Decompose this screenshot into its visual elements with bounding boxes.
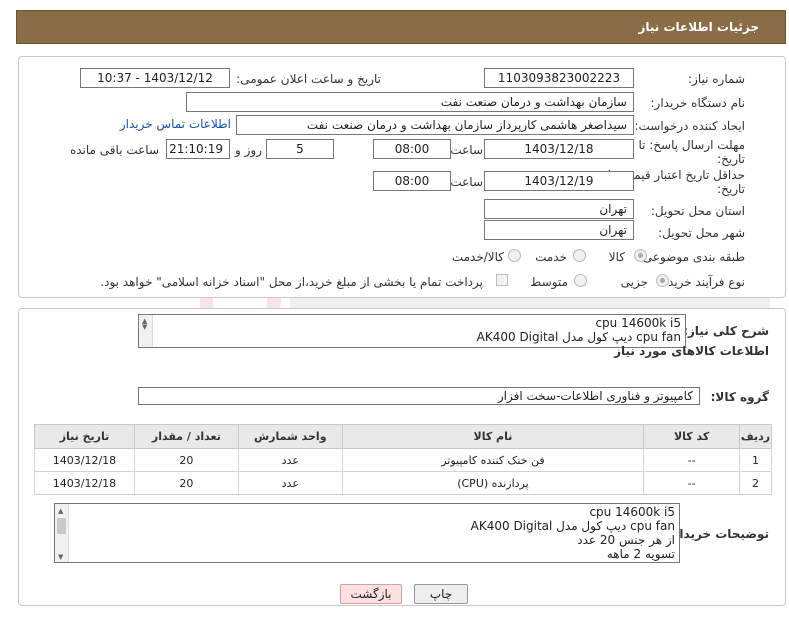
scroll-down-icon[interactable]: ▼ bbox=[58, 553, 63, 561]
category-radio-goods[interactable] bbox=[634, 249, 647, 262]
buyer-notes-textarea[interactable]: ▲ ▼ cpu 14600k i5 cpu fan دیپ کول مدل AK… bbox=[54, 503, 680, 563]
buyer-notes-scrollbar[interactable]: ▲ ▼ bbox=[55, 504, 69, 562]
cell-goods-name: پردازنده (CPU) bbox=[341, 471, 645, 495]
cell-goods-code: -- bbox=[643, 448, 741, 472]
scroll-up-icon[interactable]: ▲ bbox=[58, 507, 63, 515]
reply-time-label: ساعت bbox=[450, 143, 483, 157]
process-option-medium: متوسط bbox=[530, 275, 568, 289]
page-title: جزئیات اطلاعات نیاز bbox=[638, 20, 759, 34]
cell-row-number: 1 bbox=[739, 448, 772, 472]
delivery-province-label: استان محل تحویل: bbox=[650, 204, 745, 218]
delivery-province-field: تهران bbox=[484, 199, 634, 219]
reply-deadline-time: 08:00 bbox=[373, 139, 451, 159]
need-summary-scrollbar[interactable]: ▲ ▼ bbox=[139, 315, 153, 347]
delivery-city-label: شهر محل تحویل: bbox=[658, 226, 745, 240]
process-radio-minor[interactable] bbox=[656, 274, 669, 287]
treasury-payment-note: پرداخت تمام یا بخشی از مبلغ خرید،از محل … bbox=[100, 275, 483, 289]
goods-section-title: اطلاعات کالاهای مورد نیاز bbox=[614, 344, 769, 358]
remaining-time: 21:10:19 bbox=[166, 139, 230, 159]
need-summary-line: cpu 14600k i5 bbox=[595, 316, 681, 330]
cell-row-number: 2 bbox=[739, 471, 772, 495]
category-radio-service[interactable] bbox=[573, 249, 586, 262]
print-button[interactable]: چاپ bbox=[414, 584, 468, 604]
reply-deadline-label: مهلت ارسال پاسخ: تا bbox=[638, 138, 745, 152]
days-label: روز و bbox=[235, 143, 262, 157]
price-validity-label-2: تاریخ: bbox=[717, 182, 745, 196]
cell-need-date: 1403/12/18 bbox=[34, 471, 135, 495]
goods-group-field: کامپیوتر و فناوری اطلاعات-سخت افزار bbox=[138, 387, 700, 405]
price-time-label: ساعت bbox=[450, 175, 483, 189]
need-summary-textarea[interactable]: ▲ ▼ cpu 14600k i5 cpu fan دیپ کول مدل AK… bbox=[138, 314, 686, 348]
category-option-goods: کالا bbox=[608, 250, 625, 264]
table-header-row: ردیف کد کالا نام کالا واحد شمارش تعداد /… bbox=[34, 424, 772, 449]
need-summary-line: cpu fan دیپ کول مدل AK400 Digital bbox=[476, 330, 681, 344]
col-need-date: تاریخ نیاز bbox=[34, 424, 135, 449]
cell-goods-code: -- bbox=[643, 471, 741, 495]
requester-label: ایجاد کننده درخواست: bbox=[634, 119, 745, 133]
col-quantity: تعداد / مقدار bbox=[133, 424, 239, 449]
process-type-label: نوع فرآیند خرید : bbox=[660, 275, 745, 289]
table-row: 1 -- فن خنک کننده کامپیوتر عدد 20 1403/1… bbox=[34, 448, 772, 472]
process-option-minor: جزیی bbox=[620, 275, 648, 289]
table-row: 2 -- پردازنده (CPU) عدد 20 1403/12/18 bbox=[34, 471, 772, 495]
category-radio-goods-service[interactable] bbox=[508, 249, 521, 262]
treasury-payment-checkbox[interactable] bbox=[496, 274, 508, 286]
buyer-notes-line: cpu 14600k i5 bbox=[589, 505, 675, 519]
buyer-notes-line: cpu fan دیپ کول مدل AK400 Digital bbox=[470, 519, 675, 533]
buyer-notes-label: توضیحات خریدار: bbox=[667, 527, 769, 541]
buyer-org-field: سازمان بهداشت و درمان صنعت نفت bbox=[186, 92, 634, 112]
price-validity-time: 08:00 bbox=[373, 171, 451, 191]
need-summary-label: شرح کلی نیاز: bbox=[683, 324, 769, 338]
goods-table: ردیف کد کالا نام کالا واحد شمارش تعداد /… bbox=[34, 424, 772, 495]
need-number-field: 1103093823002223 bbox=[484, 68, 634, 88]
delivery-city-field: تهران bbox=[484, 220, 634, 240]
category-option-service: خدمت bbox=[535, 250, 567, 264]
requester-field: سیداصغر هاشمی کارپرداز سازمان بهداشت و د… bbox=[236, 115, 634, 135]
col-goods-name: نام کالا bbox=[341, 424, 645, 449]
buyer-notes-line: تسویه 2 ماهه bbox=[606, 547, 675, 561]
scroll-down-icon[interactable]: ▼ bbox=[142, 323, 147, 331]
need-details-page: جزئیات اطلاعات نیاز شماره نیاز: 11030938… bbox=[0, 0, 789, 620]
category-label: طبقه بندی موضوعی: bbox=[638, 250, 745, 264]
announce-datetime-label: تاریخ و ساعت اعلان عمومی: bbox=[236, 72, 381, 86]
cell-unit: عدد bbox=[237, 471, 343, 495]
col-goods-code: کد کالا bbox=[643, 424, 741, 449]
cell-unit: عدد bbox=[237, 448, 343, 472]
price-validity-date: 1403/12/19 bbox=[484, 171, 634, 191]
need-number-label: شماره نیاز: bbox=[688, 72, 745, 86]
goods-group-label: گروه کالا: bbox=[710, 390, 769, 404]
remaining-days: 5 bbox=[266, 139, 334, 159]
announce-datetime-field: 1403/12/12 - 10:37 bbox=[80, 68, 230, 88]
reply-deadline-label-2: تاریخ: bbox=[717, 152, 745, 166]
remaining-time-label: ساعت باقی مانده bbox=[69, 143, 159, 157]
cell-quantity: 20 bbox=[133, 448, 239, 472]
process-radio-medium[interactable] bbox=[574, 274, 587, 287]
col-unit: واحد شمارش bbox=[237, 424, 343, 449]
category-option-goods-service: کالا/خدمت bbox=[451, 250, 504, 264]
reply-deadline-date: 1403/12/18 bbox=[484, 139, 634, 159]
col-row-number: ردیف bbox=[739, 424, 772, 449]
cell-goods-name: فن خنک کننده کامپیوتر bbox=[341, 448, 645, 472]
cell-quantity: 20 bbox=[133, 471, 239, 495]
buyer-notes-line: از هر جنس 20 عدد bbox=[577, 533, 675, 547]
back-button[interactable]: بازگشت bbox=[340, 584, 402, 604]
buyer-org-label: نام دستگاه خریدار: bbox=[650, 96, 746, 110]
buyer-contact-link[interactable]: اطلاعات تماس خریدار bbox=[120, 117, 231, 131]
scroll-thumb[interactable] bbox=[57, 518, 66, 534]
page-header: جزئیات اطلاعات نیاز bbox=[16, 10, 786, 44]
cell-need-date: 1403/12/18 bbox=[34, 448, 135, 472]
